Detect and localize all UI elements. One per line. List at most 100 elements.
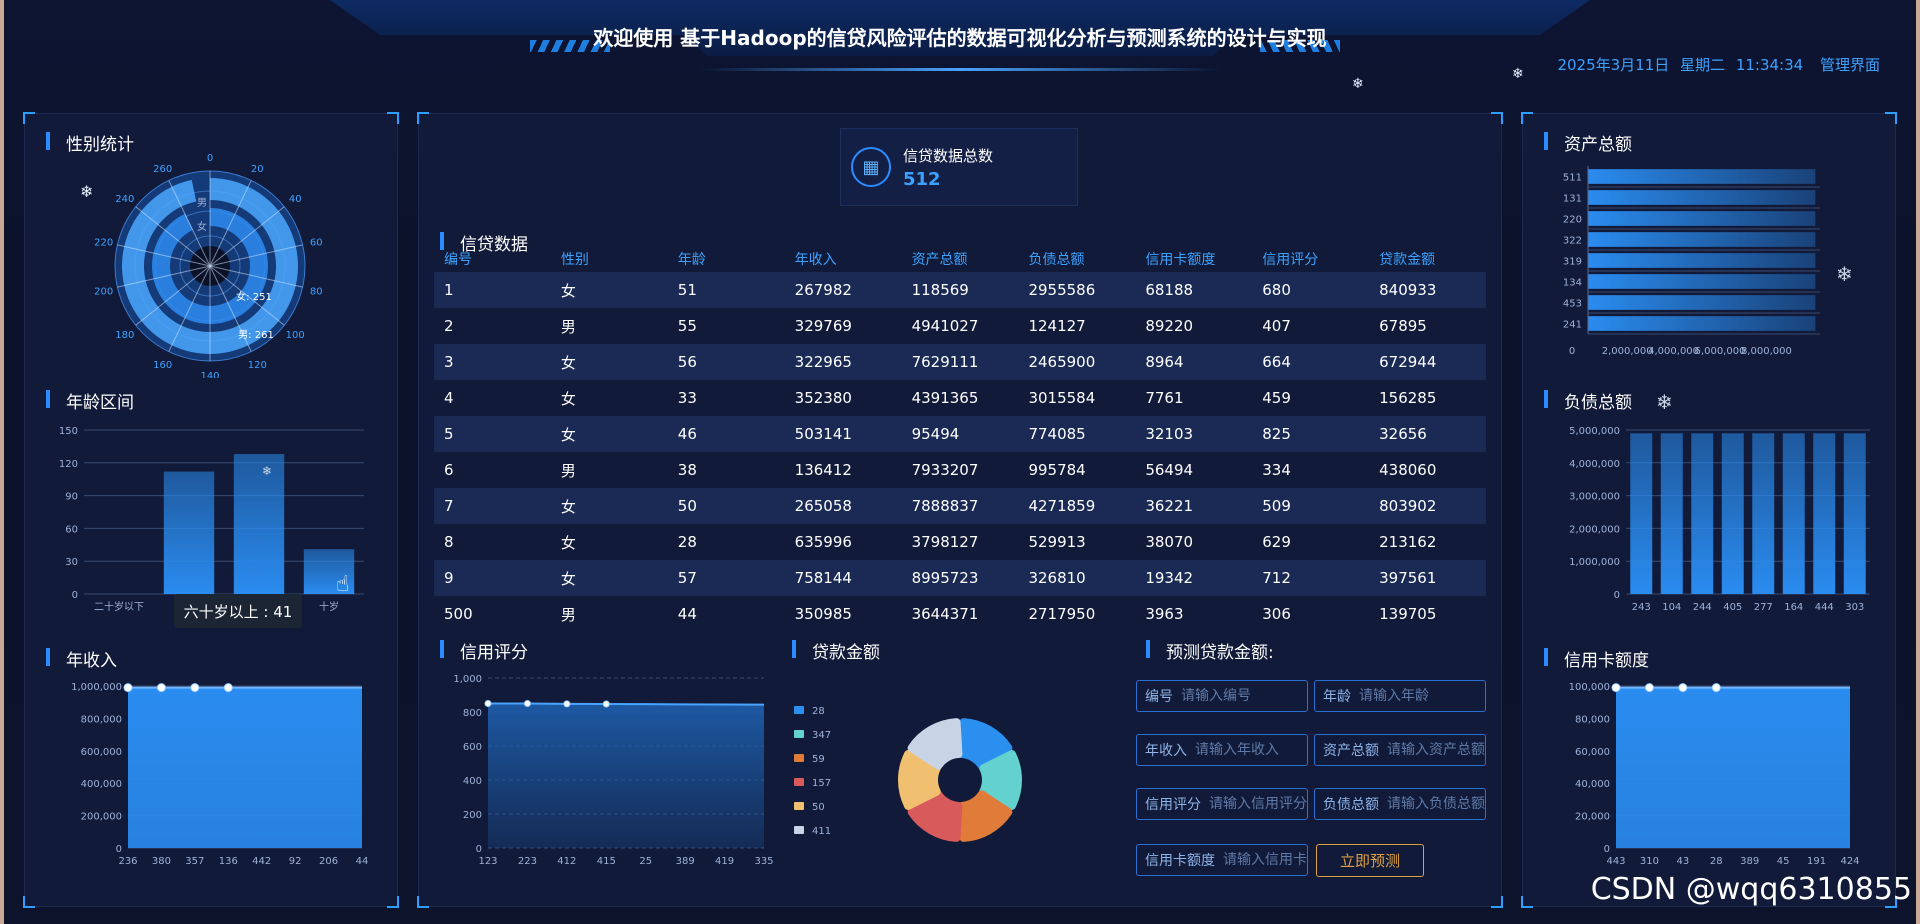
polar-angle-tick: 240 [115,194,134,205]
x-tick-label: 424 [1840,856,1859,867]
table-cell: 51 [677,281,697,299]
bar[interactable] [1782,433,1805,594]
income-area-chart[interactable]: 0 200,000 400,000 600,000 800,000 1,000,000 23… [40,670,370,876]
credit-score-area-chart[interactable]: 0 200 400 600 800 1,000 123 223 412 415 25 389 419 33… [436,664,776,880]
predict-field-label: 信用评分 [1145,797,1201,813]
data-point[interactable] [484,700,492,707]
predict-field[interactable]: 信用卡额度 [1136,844,1308,876]
table-cell: 32103 [1145,425,1194,443]
data-point[interactable] [563,700,571,708]
data-point[interactable] [1644,683,1654,693]
corner-decoration [387,896,399,908]
table-row[interactable]: 1 女 51 267982 118569 2955586 68188 680 840933 [434,272,1486,308]
y-tick-label: 0 [1614,590,1620,601]
predict-field-input[interactable] [1223,852,1307,868]
predict-field-input[interactable] [1387,742,1485,758]
bar[interactable] [1588,232,1816,247]
bar[interactable] [1588,274,1816,289]
table-cell: 7761 [1145,389,1184,407]
data-point[interactable] [190,683,200,693]
y-tick-label: 1,000,000 [71,682,122,693]
data-point[interactable] [223,683,233,693]
age-bar-chart[interactable]: 0 30 60 90 120 150 二十岁以下 十岁 [40,416,370,616]
data-point[interactable] [602,700,610,708]
y-tick-label: 5,000,000 [1569,426,1620,437]
table-cell: 68188 [1145,281,1194,299]
predict-field[interactable]: 资产总额 [1314,734,1486,766]
data-point[interactable] [156,683,166,693]
table-header-cell: 贷款金额 [1379,252,1436,268]
predict-field[interactable]: 负债总额 [1314,788,1486,820]
bar[interactable] [1660,433,1683,594]
predict-field-input[interactable] [1359,688,1459,704]
predict-field[interactable]: 信用评分 [1136,788,1308,820]
table-header-cell: 资产总额 [911,252,968,268]
table-cell: 265058 [794,497,852,515]
predict-field-input[interactable] [1209,796,1307,812]
assets-bar-chart[interactable]: 511 131 220 322 319 134 453 241 0 2,000,0004,000,… [1540,160,1880,360]
table-cell: 664 [1262,353,1291,371]
table-row[interactable]: 6 男 38 136412 7933207 995784 56494 334 438060 [434,452,1486,488]
table-header-cell: 性别 [560,252,589,268]
table-row[interactable]: 8 女 28 635996 3798127 529913 38070 629 213162 [434,524,1486,560]
x-tick-label: 92 [289,856,302,867]
predict-button[interactable]: 立即预测 [1316,844,1424,877]
bar[interactable] [163,471,215,594]
bar[interactable] [1588,253,1816,268]
admin-link[interactable]: 管理界面 [1820,56,1880,74]
polar-angle-tick: 120 [248,360,267,371]
bar[interactable] [1721,433,1744,594]
bar[interactable] [1691,433,1714,594]
polar-angle-tick: 60 [310,238,323,249]
predict-field-input[interactable] [1195,742,1295,758]
predict-field[interactable]: 编号 [1136,680,1308,712]
predict-field-input[interactable] [1181,688,1281,704]
predict-field[interactable]: 年收入 [1136,734,1308,766]
table-row[interactable]: 500 男 44 350985 3644371 2717950 3963 306 139705 [434,596,1486,632]
table-row[interactable]: 4 女 33 352380 4391365 3015584 7761 459 156285 [434,380,1486,416]
bar[interactable] [1588,295,1816,310]
data-point[interactable] [523,700,531,707]
x-tick-label: 104 [1662,602,1681,613]
table-cell: 136412 [794,461,852,479]
bar[interactable] [1588,169,1816,184]
credit-limit-area-chart[interactable]: 0 20,000 40,000 60,000 80,000 100,000 443 310 43… [1540,670,1880,876]
table-cell: 女 [560,533,576,552]
table-row[interactable]: 7 女 50 265058 7888837 4271859 36221 509 803902 [434,488,1486,524]
x-tick-label: 415 [597,856,616,867]
table-row[interactable]: 2 男 55 329769 4941027 124127 89220 407 67895 [434,308,1486,344]
predict-field-input[interactable] [1387,796,1485,812]
liabilities-bar-chart[interactable]: 0 1,000,000 2,000,000 3,000,000 4,000,000 5,0… [1540,416,1880,622]
table-cell: 女 [560,353,576,372]
table-cell: 438060 [1379,461,1437,479]
loan-amount-pie-chart[interactable]: 28 347 59 157 50 411 [790,690,1050,880]
table-row[interactable]: 5 女 46 503141 95494 774085 32103 825 32656 [434,416,1486,452]
polar-angle-tick: 160 [153,360,172,371]
data-point[interactable] [1611,683,1621,693]
snowflake-icon: ❄ [262,464,273,478]
gender-polar-chart[interactable]: 0 20 40 60 80 100 120 140 160 180 200 220 240 260 女: 2… [70,148,350,378]
bar[interactable] [1588,190,1816,205]
predict-field[interactable]: 年龄 [1314,680,1486,712]
x-tick-label: 405 [1723,602,1742,613]
table-header-cell: 编号 [444,252,472,268]
bar[interactable] [233,454,285,594]
bar[interactable] [1630,433,1653,594]
table-cell: 2 [444,317,454,335]
x-tick-label: 164 [1784,602,1803,613]
bar[interactable] [1588,316,1816,331]
bar[interactable] [1813,433,1836,594]
liabilities-title: 负债总额 [1544,388,1632,413]
table-row[interactable]: 3 女 56 322965 7629111 2465900 8964 664 672944 [434,344,1486,380]
bar[interactable] [1752,433,1775,594]
table-cell: 680 [1262,281,1291,299]
table-cell: 825 [1262,425,1291,443]
bar[interactable] [1843,433,1866,594]
snowflake-icon: ❄ [1656,390,1673,414]
bar[interactable] [1588,211,1816,226]
data-point[interactable] [1711,683,1721,693]
data-point[interactable] [1678,683,1688,693]
data-point[interactable] [123,683,133,693]
table-row[interactable]: 9 女 57 758144 8995723 326810 19342 712 397561 [434,560,1486,596]
table-cell: 55 [677,317,697,335]
